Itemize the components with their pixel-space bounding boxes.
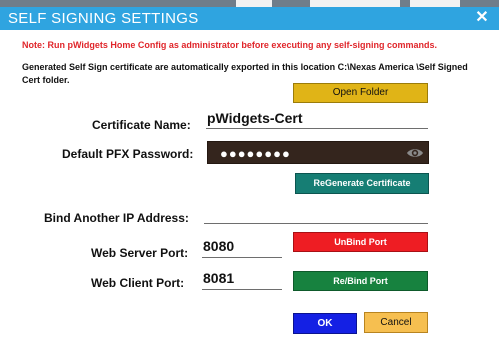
open-folder-button[interactable]: Open Folder [293, 83, 428, 103]
admin-note: Note: Run pWidgets Home Config as admini… [22, 40, 437, 50]
eye-icon[interactable] [406, 146, 424, 160]
pfx-password-input[interactable]: ●●●●●●●● [207, 141, 429, 164]
web-client-port-label: Web Client Port: [91, 276, 185, 290]
pfx-password-label: Default PFX Password: [62, 147, 194, 161]
bind-ip-label: Bind Another IP Address: [44, 211, 189, 225]
ok-button[interactable]: OK [293, 313, 357, 334]
password-mask: ●●●●●●●● [220, 146, 291, 161]
bind-ip-input[interactable] [204, 204, 428, 224]
web-server-port-label: Web Server Port: [91, 246, 189, 260]
certificate-name-label: Certificate Name: [92, 118, 191, 132]
web-server-port-input[interactable] [202, 234, 282, 258]
rebind-port-button[interactable]: Re/Bind Port [293, 271, 428, 291]
certificate-name-input[interactable] [206, 107, 428, 129]
web-client-port-input[interactable] [202, 266, 282, 290]
title-bar: SELF SIGNING SETTINGS ✕ [0, 7, 499, 30]
regenerate-certificate-button[interactable]: ReGenerate Certificate [295, 173, 429, 194]
close-icon[interactable]: ✕ [473, 8, 491, 28]
cancel-button[interactable]: Cancel [364, 312, 428, 333]
self-signing-settings-dialog: SELF SIGNING SETTINGS ✕ Note: Run pWidge… [0, 0, 499, 357]
dialog-title: SELF SIGNING SETTINGS [8, 10, 199, 27]
unbind-port-button[interactable]: UnBind Port [293, 232, 428, 252]
